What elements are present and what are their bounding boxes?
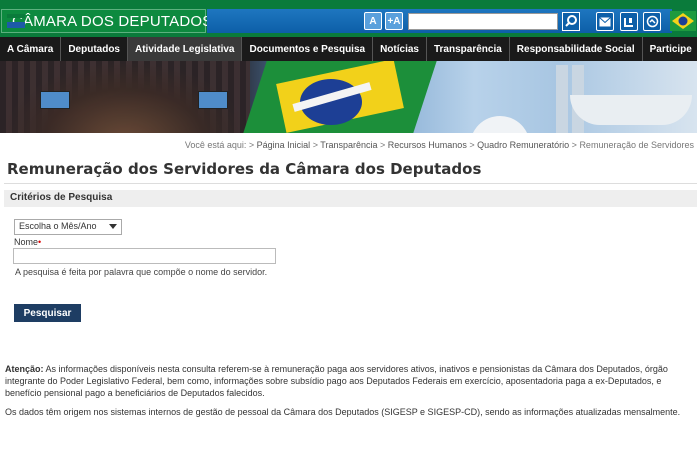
nav-item-noticias[interactable]: Notícias [373,37,427,61]
breadcrumb-item-current: Remuneração de Servidores [579,140,694,150]
sign-language-button[interactable] [643,12,661,31]
plenary-screen-left [40,91,70,109]
header-bar: CÂMARA DOS DEPUTADOS A +A [0,0,697,37]
increase-font-button[interactable]: +A [385,12,403,30]
breadcrumb-item-recursos-humanos[interactable]: Recursos Humanos [388,140,467,150]
accessibility-icon [624,17,633,27]
nav-item-documentos-pesquisa[interactable]: Documentos e Pesquisa [242,37,374,61]
attention-text: As informações disponíveis nesta consult… [5,364,668,398]
congress-tower-left [556,65,568,133]
mail-icon [599,16,611,26]
breadcrumb-item-quadro-remuneratorio[interactable]: Quadro Remuneratório [477,140,569,150]
sign-language-icon [646,15,658,28]
main-nav: A Câmara Deputados Atividade Legislativa… [0,37,697,61]
breadcrumb-item-pagina-inicial[interactable]: Página Inicial [257,140,311,150]
name-label: Nome• [14,237,41,247]
breadcrumb: Você está aqui: > Página Inicial > Trans… [184,140,694,150]
data-origin-notice: Os dados têm origem nos sistemas interno… [5,407,681,417]
attention-notice: Atenção: As informações disponíveis nest… [5,363,693,399]
nav-item-deputados[interactable]: Deputados [61,37,128,61]
site-search-input[interactable] [408,13,558,30]
breadcrumb-prefix: Você está aqui: [184,140,247,150]
brazil-flag-icon[interactable] [670,11,696,31]
name-input[interactable] [13,248,276,264]
nav-item-a-camara[interactable]: A Câmara [0,37,62,61]
search-hint: A pesquisa é feita por palavra que compõ… [15,267,268,277]
congress-dome [470,116,530,133]
nav-item-participe[interactable]: Participe [643,37,697,61]
decrease-font-button[interactable]: A [364,12,382,30]
page-title: Remuneração dos Servidores da Câmara dos… [7,160,482,178]
accessibility-button[interactable] [620,12,638,31]
mail-button[interactable] [596,12,614,31]
attention-label: Atenção: [5,364,44,374]
name-label-text: Nome [14,237,39,247]
chevron-down-icon [109,224,117,229]
breadcrumb-item-transparencia[interactable]: Transparência [320,140,377,150]
search-icon [565,15,577,27]
pesquisar-button[interactable]: Pesquisar [14,304,81,322]
plenary-screen-right [198,91,228,109]
criteria-section-header: Critérios de Pesquisa [4,190,697,207]
nav-item-atividade-legislativa[interactable]: Atividade Legislativa [128,37,243,61]
title-divider [4,183,697,184]
search-button[interactable] [562,12,580,31]
congress-bowl [570,95,692,125]
nav-item-transparencia[interactable]: Transparência [427,37,510,61]
month-year-select-value: Escolha o Mês/Ano [19,221,97,231]
required-mark: • [38,237,42,247]
logo-text: CÂMARA DOS DEPUTADOS [12,12,213,30]
month-year-select[interactable]: Escolha o Mês/Ano [14,219,122,235]
header-banner-image [0,61,697,133]
camara-logo[interactable]: CÂMARA DOS DEPUTADOS [1,9,212,33]
nav-item-responsabilidade-social[interactable]: Responsabilidade Social [510,37,643,61]
